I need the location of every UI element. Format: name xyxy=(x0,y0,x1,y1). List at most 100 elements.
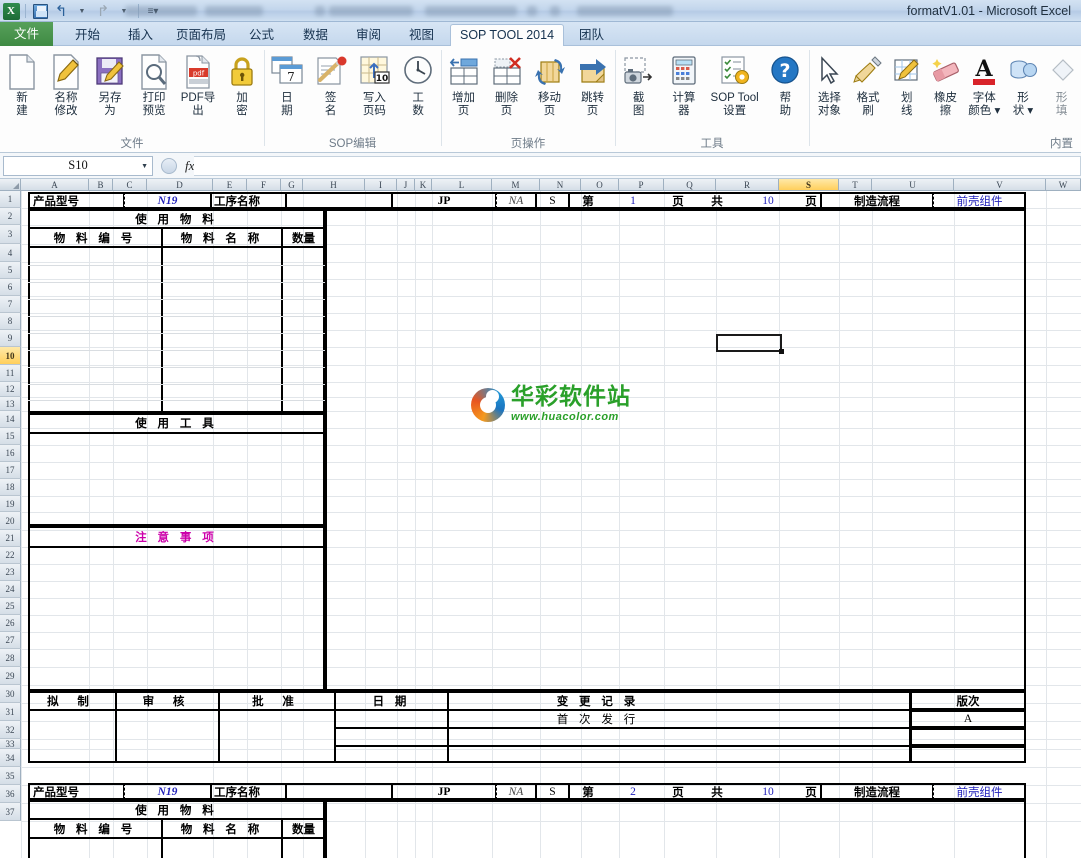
column-header-C[interactable]: C xyxy=(113,179,147,191)
row-header-8[interactable]: 8 xyxy=(0,313,21,330)
column-header-D[interactable]: D xyxy=(147,179,213,191)
undo-icon[interactable]: ↰ xyxy=(52,2,70,20)
row-header-27[interactable]: 27 xyxy=(0,632,21,649)
ribbon-button-encrypt[interactable]: 加 密 xyxy=(220,50,264,118)
row-header-11[interactable]: 11 xyxy=(0,365,21,382)
ribbon-button-signature[interactable]: 签 名 xyxy=(309,50,353,118)
row-header-33[interactable]: 33 xyxy=(0,739,21,749)
row-header-16[interactable]: 16 xyxy=(0,445,21,462)
column-header-K[interactable]: K xyxy=(415,179,432,191)
ribbon-button-pdf-export[interactable]: pdf PDF导 出 xyxy=(176,50,220,118)
ribbon-button-page-number[interactable]: 10 写入 页码 xyxy=(353,50,397,118)
column-header-N[interactable]: N xyxy=(540,179,581,191)
row-header-32[interactable]: 32 xyxy=(0,721,21,739)
row-header-23[interactable]: 23 xyxy=(0,564,21,581)
column-header-H[interactable]: H xyxy=(303,179,365,191)
ribbon-button-shape-fill[interactable]: 形 填 xyxy=(1042,50,1081,118)
page1-date-cell-3[interactable] xyxy=(335,746,448,763)
selected-cell-indicator[interactable] xyxy=(716,334,784,354)
row-header-19[interactable]: 19 xyxy=(0,496,21,512)
page1-date-cell-2[interactable] xyxy=(335,728,448,746)
ribbon-button-sop-tool-settings[interactable]: SOP Tool 设置 xyxy=(707,50,763,118)
row-header-1[interactable]: 1 xyxy=(0,191,21,208)
page1-approve-cell[interactable] xyxy=(219,710,335,763)
page1-version-row-3[interactable] xyxy=(910,746,1026,763)
row-header-20[interactable]: 20 xyxy=(0,512,21,530)
page1-material-name-col[interactable] xyxy=(162,247,282,413)
ribbon-button-goto-page[interactable]: 跳转 页 xyxy=(571,50,614,118)
page1-material-code-col[interactable] xyxy=(28,247,162,413)
ribbon-button-eraser[interactable]: 橡皮 擦 xyxy=(926,50,965,118)
row-header-3[interactable]: 3 xyxy=(0,225,21,244)
page1-tools-content[interactable] xyxy=(28,433,325,526)
row-header-34[interactable]: 34 xyxy=(0,749,21,767)
row-header-25[interactable]: 25 xyxy=(0,598,21,615)
column-header-Q[interactable]: Q xyxy=(664,179,716,191)
page1-date-cell-1[interactable] xyxy=(335,710,448,728)
page1-illustration-area[interactable] xyxy=(325,209,1026,691)
tab-review[interactable]: 审阅 xyxy=(347,24,390,46)
column-header-O[interactable]: O xyxy=(581,179,619,191)
row-header-14[interactable]: 14 xyxy=(0,411,21,428)
ribbon-button-man-hours[interactable]: 工 数 xyxy=(396,50,440,118)
ribbon-button-new[interactable]: 新 建 xyxy=(0,50,44,118)
name-box[interactable]: S10 ▼ xyxy=(3,155,153,176)
page2-material-code-col[interactable] xyxy=(28,838,162,858)
tab-sop-tool-2014[interactable]: SOP TOOL 2014 xyxy=(450,24,565,47)
formula-input[interactable] xyxy=(194,155,1081,176)
ribbon-button-font-color[interactable]: A 字体 颜色 ▾ xyxy=(965,50,1004,118)
page1-review-cell[interactable] xyxy=(116,710,219,763)
row-header-12[interactable]: 12 xyxy=(0,382,21,397)
ribbon-button-print-preview[interactable]: 打印 预览 xyxy=(132,50,176,118)
page2-material-qty-col[interactable] xyxy=(282,838,325,858)
spreadsheet-grid[interactable]: A B C D E F G H I J K L M N O P Q R S T … xyxy=(0,179,1081,858)
column-header-F[interactable]: F xyxy=(247,179,281,191)
row-header-2[interactable]: 2 xyxy=(0,208,21,225)
row-header-5[interactable]: 5 xyxy=(0,262,21,279)
column-header-B[interactable]: B xyxy=(89,179,113,191)
ribbon-button-delete-page[interactable]: 删除 页 xyxy=(485,50,528,118)
ribbon-button-date[interactable]: 7 日 期 xyxy=(265,50,309,118)
tab-home[interactable]: 开始 xyxy=(66,24,109,46)
column-header-T[interactable]: T xyxy=(839,179,872,191)
row-header-9[interactable]: 9 xyxy=(0,330,21,347)
cell-area[interactable]: 产品型号 N19 工序名称 JP NA S 第 1 页 共 10 页 制造流程 … xyxy=(21,191,1081,858)
row-header-15[interactable]: 15 xyxy=(0,428,21,445)
page1-change-log-row-2[interactable] xyxy=(448,728,910,746)
expand-formula-bar-icon[interactable] xyxy=(161,157,177,174)
page1-material-qty-col[interactable] xyxy=(282,247,325,413)
row-header-37[interactable]: 37 xyxy=(0,803,21,821)
tab-team[interactable]: 团队 xyxy=(570,24,613,46)
column-header-J[interactable]: J xyxy=(397,179,415,191)
ribbon-button-format-painter[interactable]: 格式 刷 xyxy=(849,50,888,118)
ribbon-button-move-page[interactable]: 移动 页 xyxy=(528,50,571,118)
row-header-7[interactable]: 7 xyxy=(0,296,21,313)
tab-view[interactable]: 视图 xyxy=(400,24,443,46)
ribbon-button-select-object[interactable]: 选择 对象 xyxy=(810,50,849,118)
redo-icon[interactable]: ↱ xyxy=(94,2,112,20)
row-header-22[interactable]: 22 xyxy=(0,547,21,564)
ribbon-button-save-as[interactable]: 另存 为 xyxy=(88,50,132,118)
tab-file[interactable]: 文件 xyxy=(0,22,54,46)
row-header-10[interactable]: 10 xyxy=(0,347,21,365)
ribbon-button-add-page[interactable]: 增加 页 xyxy=(442,50,485,118)
tab-page-layout[interactable]: 页面布局 xyxy=(167,24,235,46)
column-header-U[interactable]: U xyxy=(872,179,954,191)
column-header-L[interactable]: L xyxy=(432,179,492,191)
row-header-24[interactable]: 24 xyxy=(0,581,21,598)
column-header-E[interactable]: E xyxy=(213,179,247,191)
row-header-21[interactable]: 21 xyxy=(0,530,21,547)
column-header-A[interactable]: A xyxy=(21,179,89,191)
save-icon[interactable] xyxy=(31,2,49,20)
ribbon-button-rename[interactable]: 名称 修改 xyxy=(44,50,88,118)
row-header-13[interactable]: 13 xyxy=(0,397,21,411)
column-header-G[interactable]: G xyxy=(281,179,303,191)
row-header-17[interactable]: 17 xyxy=(0,462,21,479)
column-header-V[interactable]: V xyxy=(954,179,1046,191)
ribbon-button-calculator[interactable]: 计算 器 xyxy=(661,50,706,118)
insert-function-icon[interactable]: fx xyxy=(185,158,194,174)
chevron-down-icon[interactable]: ▼ xyxy=(141,162,148,170)
row-header-28[interactable]: 28 xyxy=(0,649,21,667)
ribbon-button-help[interactable]: ? 帮 助 xyxy=(763,50,808,118)
column-header-W[interactable]: W xyxy=(1046,179,1081,191)
